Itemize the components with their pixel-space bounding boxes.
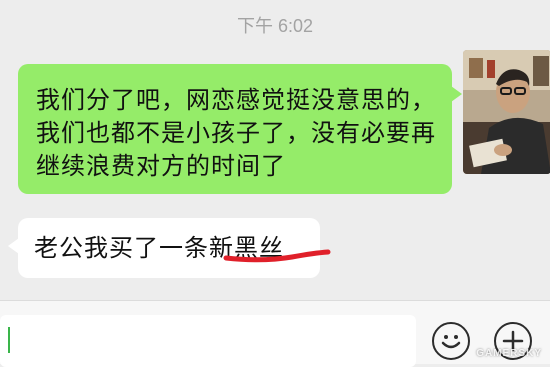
smiley-face-icon xyxy=(441,335,461,349)
message-input[interactable] xyxy=(0,315,416,367)
text-caret xyxy=(8,327,10,353)
red-underline-annotation xyxy=(223,249,331,263)
watermark-logo: GAMERSKY xyxy=(476,348,542,359)
chat-area: 下午 6:02 我们分了吧，网恋感觉挺没意思的，我们也都不是小孩子了，没有必要再… xyxy=(0,0,550,300)
contact-avatar[interactable] xyxy=(463,50,550,174)
outgoing-message-bubble[interactable]: 我们分了吧，网恋感觉挺没意思的，我们也都不是小孩子了，没有必要再继续浪费对方的时… xyxy=(18,64,462,194)
avatar-photo xyxy=(463,50,550,174)
message-timestamp: 下午 6:02 xyxy=(236,16,314,36)
emoji-button[interactable] xyxy=(432,322,470,360)
outgoing-message-text: 我们分了吧，网恋感觉挺没意思的，我们也都不是小孩子了，没有必要再继续浪费对方的时… xyxy=(36,86,436,180)
